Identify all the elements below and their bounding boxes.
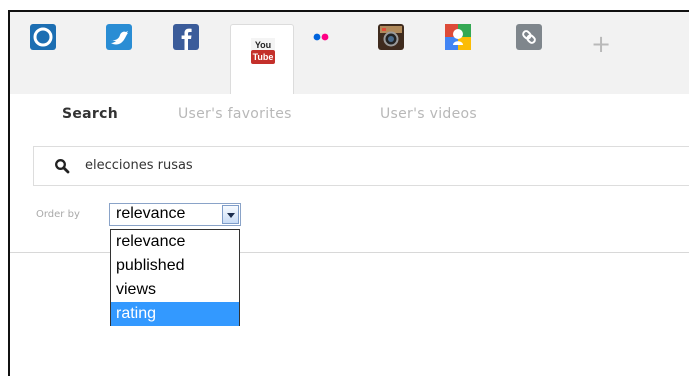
svg-text:Tube: Tube xyxy=(253,52,274,62)
order-by-selected-value: relevance xyxy=(116,205,186,222)
chevron-down-icon[interactable] xyxy=(222,205,239,224)
order-by-dropdown-list: relevance published views rating xyxy=(110,229,240,326)
plus-icon[interactable]: + xyxy=(590,32,612,56)
order-by-label: Order by xyxy=(36,209,80,220)
option-rating[interactable]: rating xyxy=(111,302,239,326)
tab-users-favorites[interactable]: User's favorites xyxy=(178,106,292,122)
tab-youtube[interactable]: You Tube xyxy=(230,24,294,96)
flickr-icon[interactable] xyxy=(308,24,334,50)
tab-users-videos[interactable]: User's videos xyxy=(380,106,477,122)
search-input[interactable]: elecciones rusas xyxy=(85,158,193,173)
facebook-icon[interactable] xyxy=(173,24,199,50)
link-icon[interactable] xyxy=(516,24,542,50)
option-views[interactable]: views xyxy=(111,278,239,302)
option-relevance[interactable]: relevance xyxy=(111,230,239,254)
search-field[interactable]: elecciones rusas xyxy=(33,146,689,186)
twitter-icon[interactable] xyxy=(106,24,132,50)
google-plus-icon[interactable] xyxy=(445,24,471,50)
instagram-icon[interactable] xyxy=(378,24,404,50)
order-by-select[interactable]: relevance xyxy=(109,203,241,226)
spring-logo-icon[interactable] xyxy=(30,24,56,50)
youtube-icon: You Tube xyxy=(250,38,276,64)
svg-text:You: You xyxy=(255,40,271,50)
tab-search[interactable]: Search xyxy=(62,106,118,122)
search-icon xyxy=(54,158,70,178)
option-published[interactable]: published xyxy=(111,254,239,278)
